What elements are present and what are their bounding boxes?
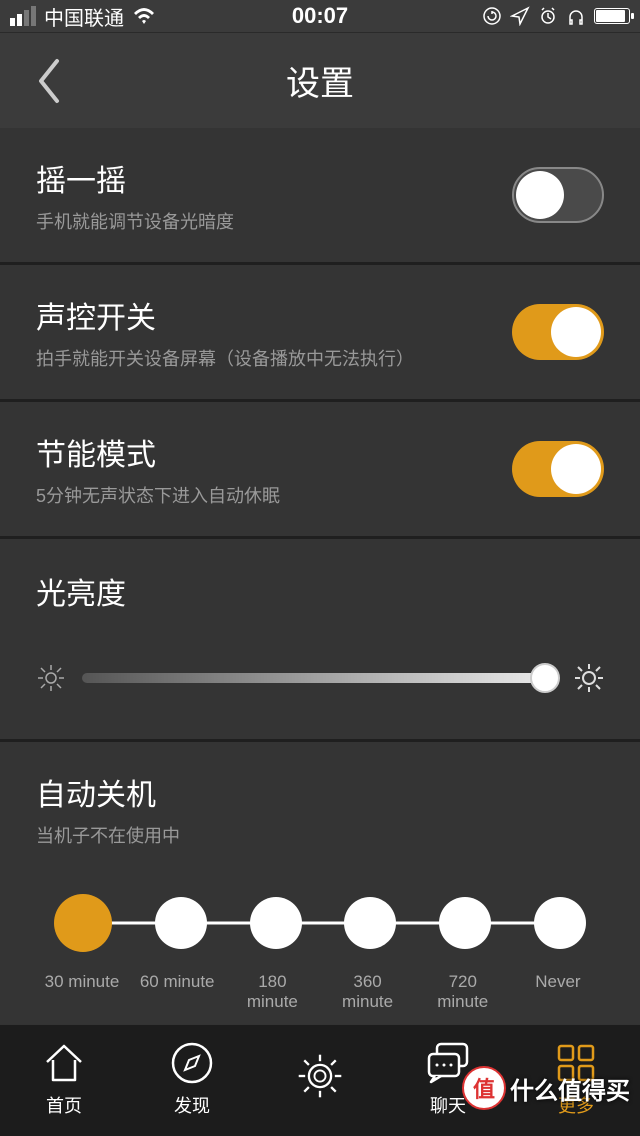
battery-icon [594,8,630,24]
voice-title: 声控开关 [36,293,512,337]
status-left: 中国联通 [10,2,156,31]
autopower-label: 180 minute [232,972,312,1012]
watermark-badge: 值 [462,1066,506,1110]
autopower-label: Never [518,972,598,1012]
watermark: 值 什么值得买 [462,1066,630,1110]
autopower-desc: 当机子不在使用中 [36,822,604,848]
tab-home-label: 首页 [46,1092,82,1118]
setting-voice: 声控开关 拍手就能开关设备屏幕（设备播放中无法执行） [0,265,640,399]
alarm-icon [538,6,558,26]
tab-discover[interactable]: 发现 [167,1038,217,1118]
autopower-label: 60 minute [137,972,217,1012]
eco-desc: 5分钟无声状态下进入自动休眠 [36,482,512,508]
shake-title: 摇一摇 [36,156,512,200]
autopower-option-180[interactable] [250,897,302,949]
content-area: 摇一摇 手机就能调节设备光暗度 声控开关 拍手就能开关设备屏幕（设备播放中无法执… [0,128,640,1024]
shake-toggle[interactable] [512,167,604,223]
brightness-low-icon [36,663,66,693]
setting-shake: 摇一摇 手机就能调节设备光暗度 [0,128,640,262]
headphones-icon [566,6,586,26]
back-button[interactable] [20,51,80,111]
sun-icon [295,1051,345,1101]
autopower-label: 30 minute [42,972,122,1012]
app-screen: 中国联通 00:07 设置 [0,0,640,1136]
autopower-option-never[interactable] [534,897,586,949]
autopower-title: 自动关机 [36,770,604,814]
autopower-label: 360 minute [328,972,408,1012]
setting-brightness: 光亮度 [0,539,640,739]
page-title: 设置 [286,56,354,105]
brightness-title: 光亮度 [36,569,604,613]
status-time: 00:07 [292,3,348,29]
watermark-text: 什么值得买 [510,1071,630,1106]
tab-chat-label: 聊天 [430,1092,466,1118]
autopower-option-720[interactable] [439,897,491,949]
voice-desc: 拍手就能开关设备屏幕（设备播放中无法执行） [36,345,512,371]
tab-discover-label: 发现 [174,1092,210,1118]
autopower-selector [36,888,604,958]
eco-title: 节能模式 [36,430,512,474]
home-icon [39,1038,89,1088]
eco-toggle[interactable] [512,441,604,497]
voice-toggle[interactable] [512,304,604,360]
brightness-high-icon [574,663,604,693]
setting-eco: 节能模式 5分钟无声状态下进入自动休眠 [0,402,640,536]
autopower-option-30[interactable] [54,894,112,952]
brightness-slider-knob[interactable] [530,663,560,693]
autopower-label: 720 minute [423,972,503,1012]
nav-header: 设置 [0,32,640,128]
lock-rotation-icon [482,6,502,26]
shake-desc: 手机就能调节设备光暗度 [36,208,512,234]
autopower-option-360[interactable] [344,897,396,949]
wifi-icon [132,6,156,26]
autopower-labels: 30 minute 60 minute 180 minute 360 minut… [36,972,604,1012]
carrier-label: 中国联通 [44,2,124,31]
status-right [482,6,630,26]
compass-icon [167,1038,217,1088]
tab-light[interactable] [295,1051,345,1105]
status-bar: 中国联通 00:07 [0,0,640,32]
location-icon [510,6,530,26]
tab-home[interactable]: 首页 [39,1038,89,1118]
autopower-option-60[interactable] [155,897,207,949]
brightness-slider[interactable] [82,673,558,683]
setting-autopower: 自动关机 当机子不在使用中 30 minute 60 minute 180 mi… [0,742,640,1024]
signal-icon [10,6,36,26]
